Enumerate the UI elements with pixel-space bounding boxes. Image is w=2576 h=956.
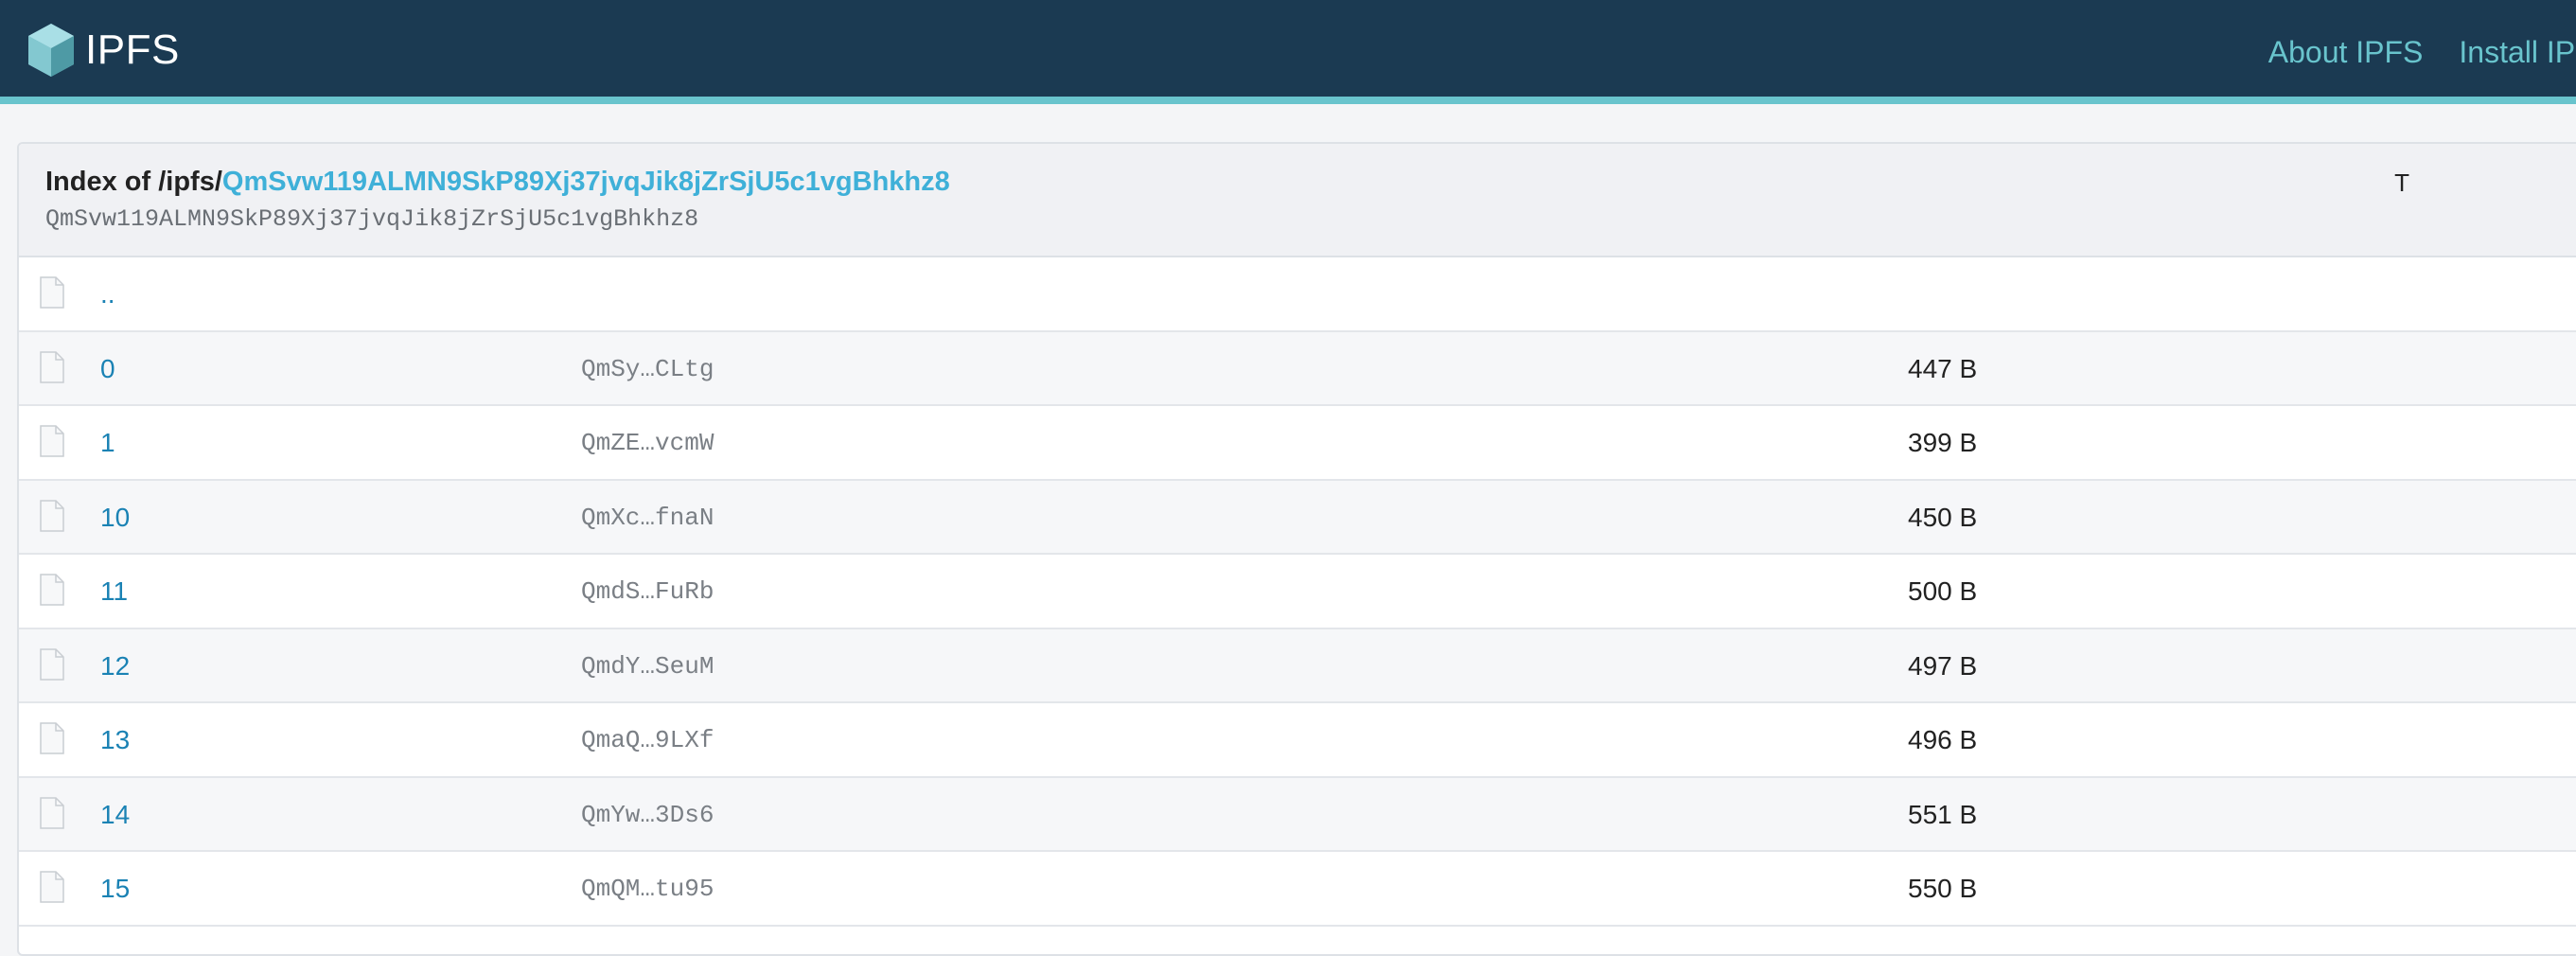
- file-size: 447 B: [1908, 353, 1978, 383]
- top-nav: About IPFS Install IPFS: [2268, 0, 2576, 104]
- nav-about-ipfs[interactable]: About IPFS: [2268, 35, 2424, 70]
- file-cid[interactable]: QmQM…tu95: [581, 852, 714, 926]
- file-size: 496 B: [1908, 725, 1978, 754]
- file-icon: [40, 796, 64, 829]
- file-size: 450 B: [1908, 502, 1978, 532]
- index-prefix: Index of /ipfs/: [45, 167, 222, 197]
- file-cid[interactable]: QmZE…vcmW: [581, 406, 714, 480]
- file-name-link[interactable]: 11: [100, 555, 128, 628]
- file-row: 11 QmdS…FuRb 500 B: [19, 555, 2576, 629]
- file-name-link[interactable]: 0: [100, 332, 115, 406]
- ipfs-logo[interactable]: IPFS: [26, 21, 180, 80]
- listing-header: Index of /ipfs/QmSvw119ALMN9SkP89Xj37jvq…: [19, 144, 2576, 257]
- file-row: 1 QmZE…vcmW 399 B: [19, 406, 2576, 481]
- file-row: 13 QmaQ…9LXf 496 B: [19, 703, 2576, 778]
- nav-install-ipfs[interactable]: Install IPFS: [2459, 35, 2576, 70]
- file-cid[interactable]: QmXc…fnaN: [581, 481, 714, 555]
- file-cid[interactable]: QmSy…CLtg: [581, 332, 714, 406]
- logo-text: IPFS: [85, 27, 180, 73]
- file-row: 0 QmSy…CLtg 447 B: [19, 331, 2576, 406]
- top-header: IPFS About IPFS Install IPFS: [0, 0, 2576, 104]
- file-cid[interactable]: QmaQ…9LXf: [581, 703, 714, 777]
- file-row: 10 QmXc…fnaN 450 B: [19, 480, 2576, 555]
- file-icon: [40, 871, 64, 903]
- file-name-link[interactable]: 1: [100, 406, 115, 480]
- file-size: 497 B: [1908, 650, 1978, 681]
- file-icon: [40, 425, 64, 457]
- file-row: 12 QmdY…SeuM 497 B: [19, 628, 2576, 703]
- file-icon: [40, 350, 64, 383]
- file-cid[interactable]: QmYw…3Ds6: [581, 778, 714, 852]
- root-cid-link[interactable]: QmSvw119ALMN9SkP89Xj37jvqJik8jZrSjU5c1vg…: [222, 167, 950, 197]
- file-size: 550 B: [1908, 874, 1978, 903]
- file-icon: [40, 276, 64, 309]
- file-row: 14 QmYw…3Ds6 551 B: [19, 777, 2576, 852]
- header-truncated-text: T: [2394, 168, 2409, 197]
- file-cid[interactable]: QmdS…FuRb: [581, 555, 714, 628]
- ipfs-cube-icon: [28, 24, 74, 77]
- file-name-link[interactable]: 13: [100, 703, 130, 777]
- parent-directory-row: ..: [19, 257, 2576, 332]
- file-icon: [40, 647, 64, 681]
- file-icon: [40, 722, 64, 754]
- root-cid-text: QmSvw119ALMN9SkP89Xj37jvqJik8jZrSjU5c1vg…: [45, 205, 699, 233]
- file-list: .. 0 QmSy…CLtg 447 B 1 QmZE…vcmW 399 B 1…: [19, 257, 2576, 927]
- parent-directory-link[interactable]: ..: [100, 257, 115, 331]
- index-title: Index of /ipfs/QmSvw119ALMN9SkP89Xj37jvq…: [45, 163, 2576, 201]
- file-row: 15 QmQM…tu95 550 B: [19, 852, 2576, 927]
- file-icon: [40, 574, 64, 606]
- file-name-link[interactable]: 15: [100, 852, 130, 926]
- file-name-link[interactable]: 12: [100, 629, 130, 703]
- file-size: 551 B: [1908, 799, 1978, 829]
- file-size: 399 B: [1908, 428, 1978, 457]
- file-name-link[interactable]: 10: [100, 481, 130, 555]
- file-size: 500 B: [1908, 576, 1978, 606]
- file-cid[interactable]: QmdY…SeuM: [581, 629, 714, 703]
- file-name-link[interactable]: 14: [100, 778, 130, 852]
- directory-listing: Index of /ipfs/QmSvw119ALMN9SkP89Xj37jvq…: [17, 142, 2576, 956]
- file-icon: [40, 499, 64, 532]
